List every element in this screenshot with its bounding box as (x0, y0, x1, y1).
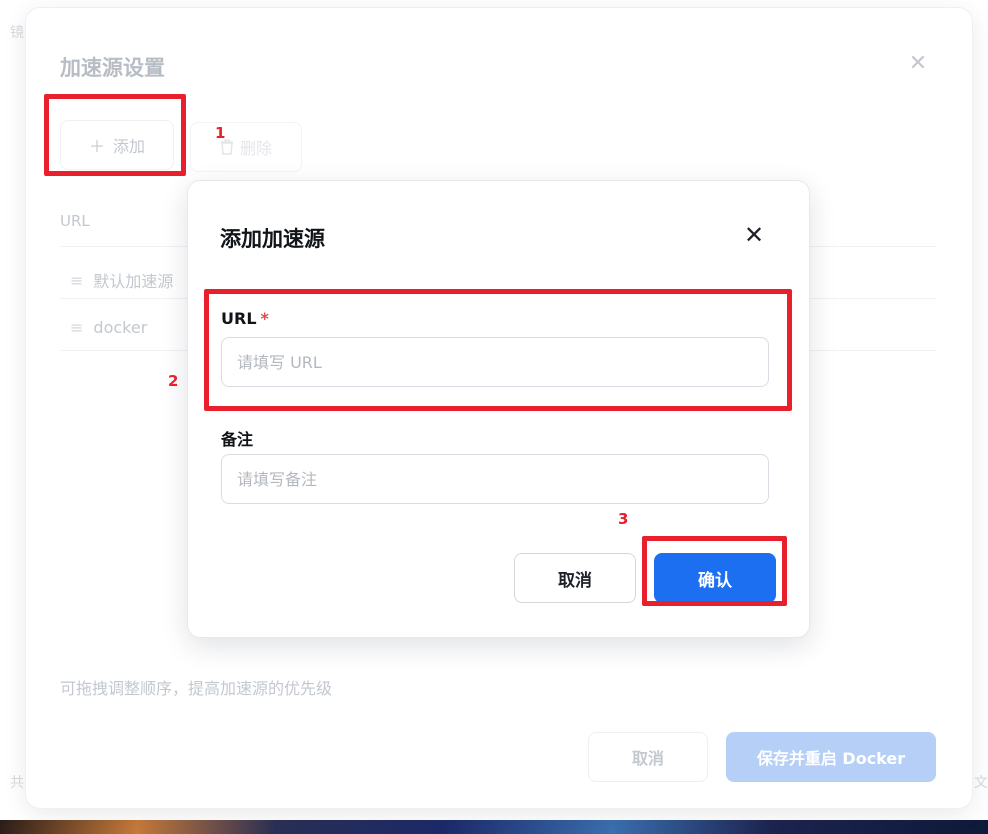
table-row[interactable]: ≡ docker (70, 318, 147, 337)
reorder-hint: 可拖拽调整顺序，提高加速源的优先级 (60, 679, 333, 698)
dialog-title: 添加加速源 (220, 227, 325, 251)
delete-button-label: 删除 (239, 139, 272, 158)
annotation-box-step-1 (44, 94, 186, 176)
delete-mirror-button[interactable]: 删除 (190, 122, 302, 172)
close-icon[interactable]: ✕ (904, 50, 932, 78)
note-input[interactable] (221, 454, 769, 504)
save-and-restart-button[interactable]: 保存并重启 Docker (726, 732, 936, 782)
row-url: docker (93, 318, 148, 337)
background-text-fragment: 共 (10, 775, 24, 791)
background-wallpaper-strip (0, 820, 988, 834)
row-url: 默认加速源 (93, 272, 174, 291)
close-icon[interactable]: ✕ (740, 221, 768, 249)
annotation-number-2: 2 (168, 372, 179, 390)
annotation-number-3: 3 (618, 510, 629, 528)
annotation-number-1: 1 (215, 124, 226, 142)
annotation-box-step-3 (642, 536, 787, 606)
background-text-fragment: 镜 (10, 25, 24, 41)
drag-handle-icon[interactable]: ≡ (70, 318, 83, 337)
cancel-button[interactable]: 取消 (588, 732, 708, 782)
dialog-title: 加速源设置 (60, 56, 165, 80)
cancel-button[interactable]: 取消 (514, 553, 636, 603)
background-text-fragment: 文 (974, 775, 988, 791)
drag-handle-icon[interactable]: ≡ (70, 271, 83, 290)
annotation-box-step-2 (204, 289, 792, 411)
column-header-url: URL (60, 212, 90, 230)
table-row[interactable]: ≡ 默认加速源 (70, 268, 173, 292)
note-field-label: 备注 (221, 430, 254, 449)
